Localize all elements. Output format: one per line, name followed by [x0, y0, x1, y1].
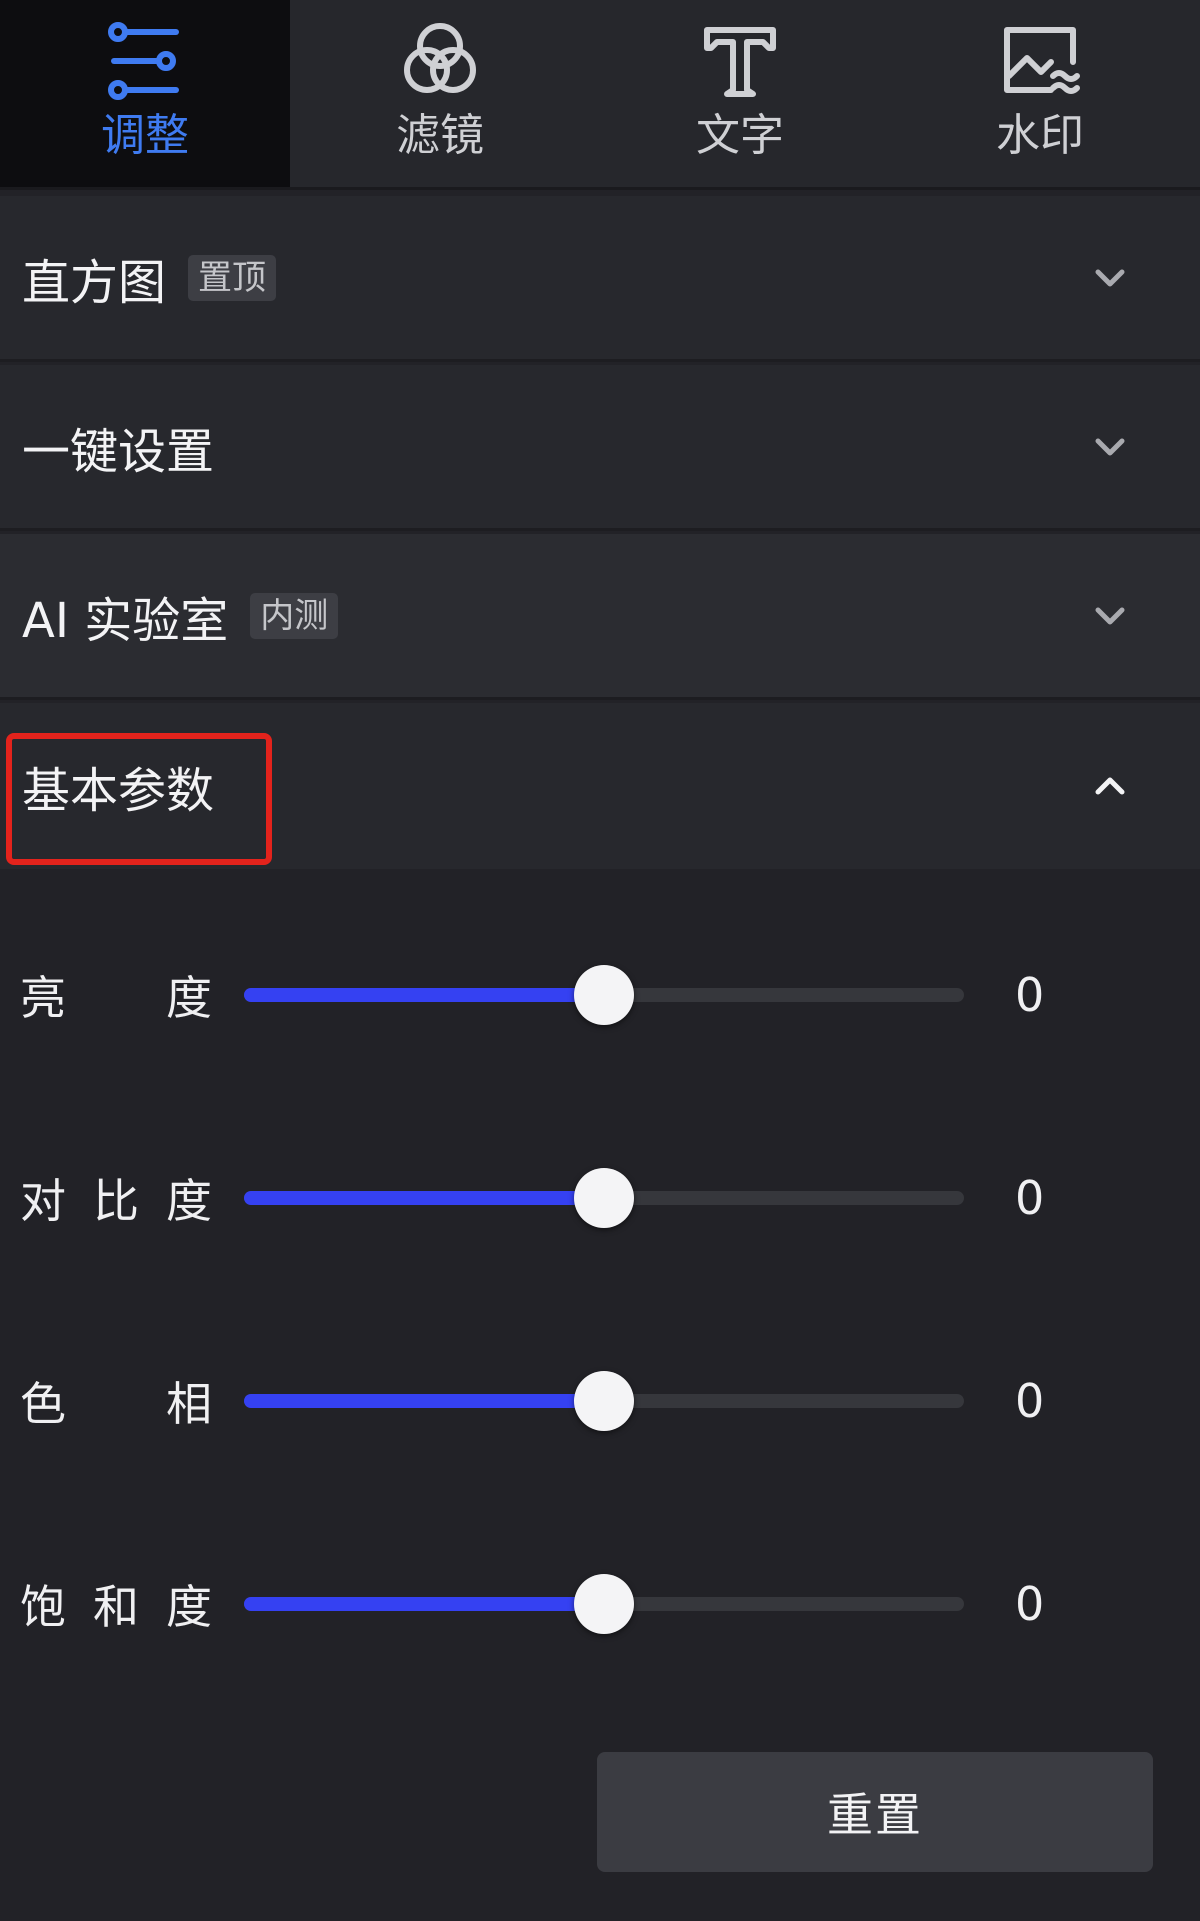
slider-label-char: 色 — [20, 1377, 66, 1431]
slider-row-saturation: 饱 和 度 0 — [0, 1549, 1200, 1659]
slider-value: 0 — [1015, 1577, 1045, 1631]
slider-thumb[interactable] — [574, 1168, 634, 1228]
slider-label-char: 度 — [166, 971, 212, 1025]
text-icon — [704, 27, 776, 97]
pin-top-badge: 置顶 — [188, 254, 277, 301]
slider-value: 0 — [1015, 1374, 1045, 1428]
slider-thumb[interactable] — [574, 965, 634, 1025]
reset-button[interactable]: 重置 — [597, 1752, 1153, 1872]
section-one-click-title: 一键设置 — [22, 423, 215, 480]
section-ai-lab[interactable]: AI 实验室 内测 — [0, 534, 1200, 700]
tab-filter-label: 滤镜 — [396, 110, 484, 161]
sliders-icon — [108, 22, 179, 100]
tab-text[interactable]: 文字 — [590, 0, 890, 187]
tab-watermark-label: 水印 — [996, 110, 1084, 161]
chevron-down-icon[interactable] — [1086, 592, 1134, 640]
section-basic-header: 基本参数 — [22, 751, 214, 821]
slider-thumb[interactable] — [574, 1371, 634, 1431]
slider-row-contrast: 对 比 度 0 — [0, 1143, 1200, 1253]
section-histogram[interactable]: 直方图 置顶 — [0, 196, 1200, 362]
tab-text-label: 文字 — [696, 110, 784, 161]
slider-value: 0 — [1015, 1171, 1045, 1225]
tab-adjust[interactable]: 调整 — [0, 0, 290, 187]
slider-label-char: 和 — [93, 1580, 139, 1634]
slider-fill — [244, 1191, 604, 1205]
slider-label-char: 度 — [166, 1174, 212, 1228]
beta-badge: 内测 — [250, 592, 339, 639]
chevron-up-icon[interactable] — [1086, 762, 1134, 810]
slider-thumb[interactable] — [574, 1574, 634, 1634]
hue-slider[interactable] — [244, 1371, 964, 1431]
chevron-down-icon[interactable] — [1086, 423, 1134, 471]
slider-label: 亮 度 — [20, 962, 212, 1028]
section-ai-lab-header: AI 实验室 内测 — [22, 581, 339, 651]
slider-fill — [244, 1597, 604, 1611]
filter-circles-icon — [404, 23, 476, 93]
section-ai-lab-title: AI 实验室 — [22, 592, 229, 649]
chevron-down-icon[interactable] — [1086, 254, 1134, 302]
slider-row-brightness: 亮 度 0 — [0, 940, 1200, 1050]
slider-fill — [244, 988, 604, 1002]
slider-label: 色 相 — [20, 1368, 212, 1434]
slider-label-char: 度 — [166, 1580, 212, 1634]
tab-watermark[interactable]: 水印 — [890, 0, 1190, 187]
watermark-image-icon — [1004, 27, 1080, 94]
section-histogram-header: 直方图 置顶 — [22, 243, 277, 313]
section-basic[interactable]: 基本参数 — [0, 703, 1200, 869]
slider-value: 0 — [1015, 968, 1045, 1022]
slider-label-char: 饱 — [20, 1580, 66, 1634]
slider-label-char: 比 — [93, 1174, 139, 1228]
slider-fill — [244, 1394, 604, 1408]
section-basic-title: 基本参数 — [22, 763, 215, 819]
contrast-slider[interactable] — [244, 1168, 964, 1228]
section-histogram-title: 直方图 — [22, 254, 167, 311]
tab-filter[interactable]: 滤镜 — [290, 0, 590, 187]
section-one-click[interactable]: 一键设置 — [0, 365, 1200, 531]
tab-adjust-label: 调整 — [101, 110, 189, 161]
slider-label-char: 亮 — [20, 971, 66, 1025]
slider-label: 对 比 度 — [20, 1165, 212, 1231]
slider-label-char: 相 — [166, 1377, 212, 1431]
tool-tabs: 调整 滤镜 文字 水印 — [0, 0, 1200, 190]
slider-label: 饱 和 度 — [20, 1571, 212, 1637]
brightness-slider[interactable] — [244, 965, 964, 1025]
slider-row-hue: 色 相 0 — [0, 1346, 1200, 1456]
slider-label-char: 对 — [20, 1174, 66, 1228]
section-one-click-header: 一键设置 — [22, 412, 214, 482]
saturation-slider[interactable] — [244, 1574, 964, 1634]
